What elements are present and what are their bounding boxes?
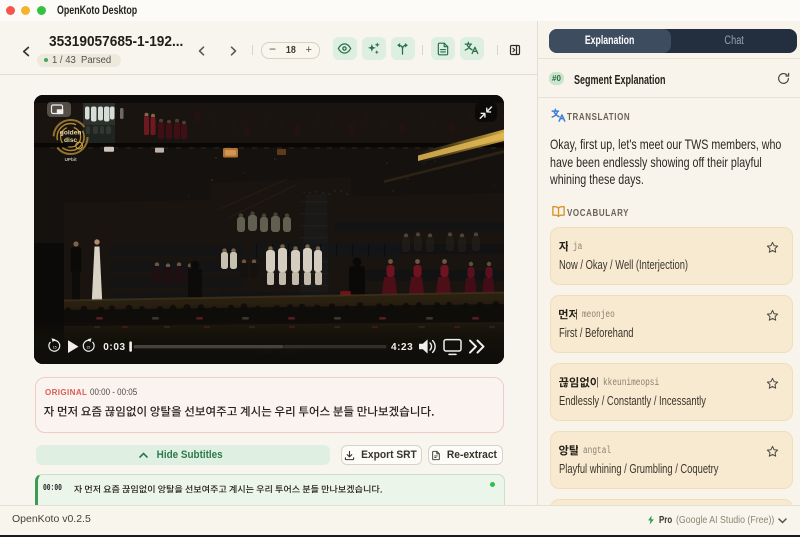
svg-text:UPbit: UPbit — [65, 157, 77, 162]
svg-text:golden: golden — [60, 130, 82, 137]
svg-text:0:03: 0:03 — [103, 342, 125, 353]
svg-text:disc: disc — [64, 137, 78, 144]
svg-text:4:23: 4:23 — [391, 342, 413, 353]
svg-text:15: 15 — [53, 346, 57, 350]
svg-text:15: 15 — [86, 346, 90, 350]
